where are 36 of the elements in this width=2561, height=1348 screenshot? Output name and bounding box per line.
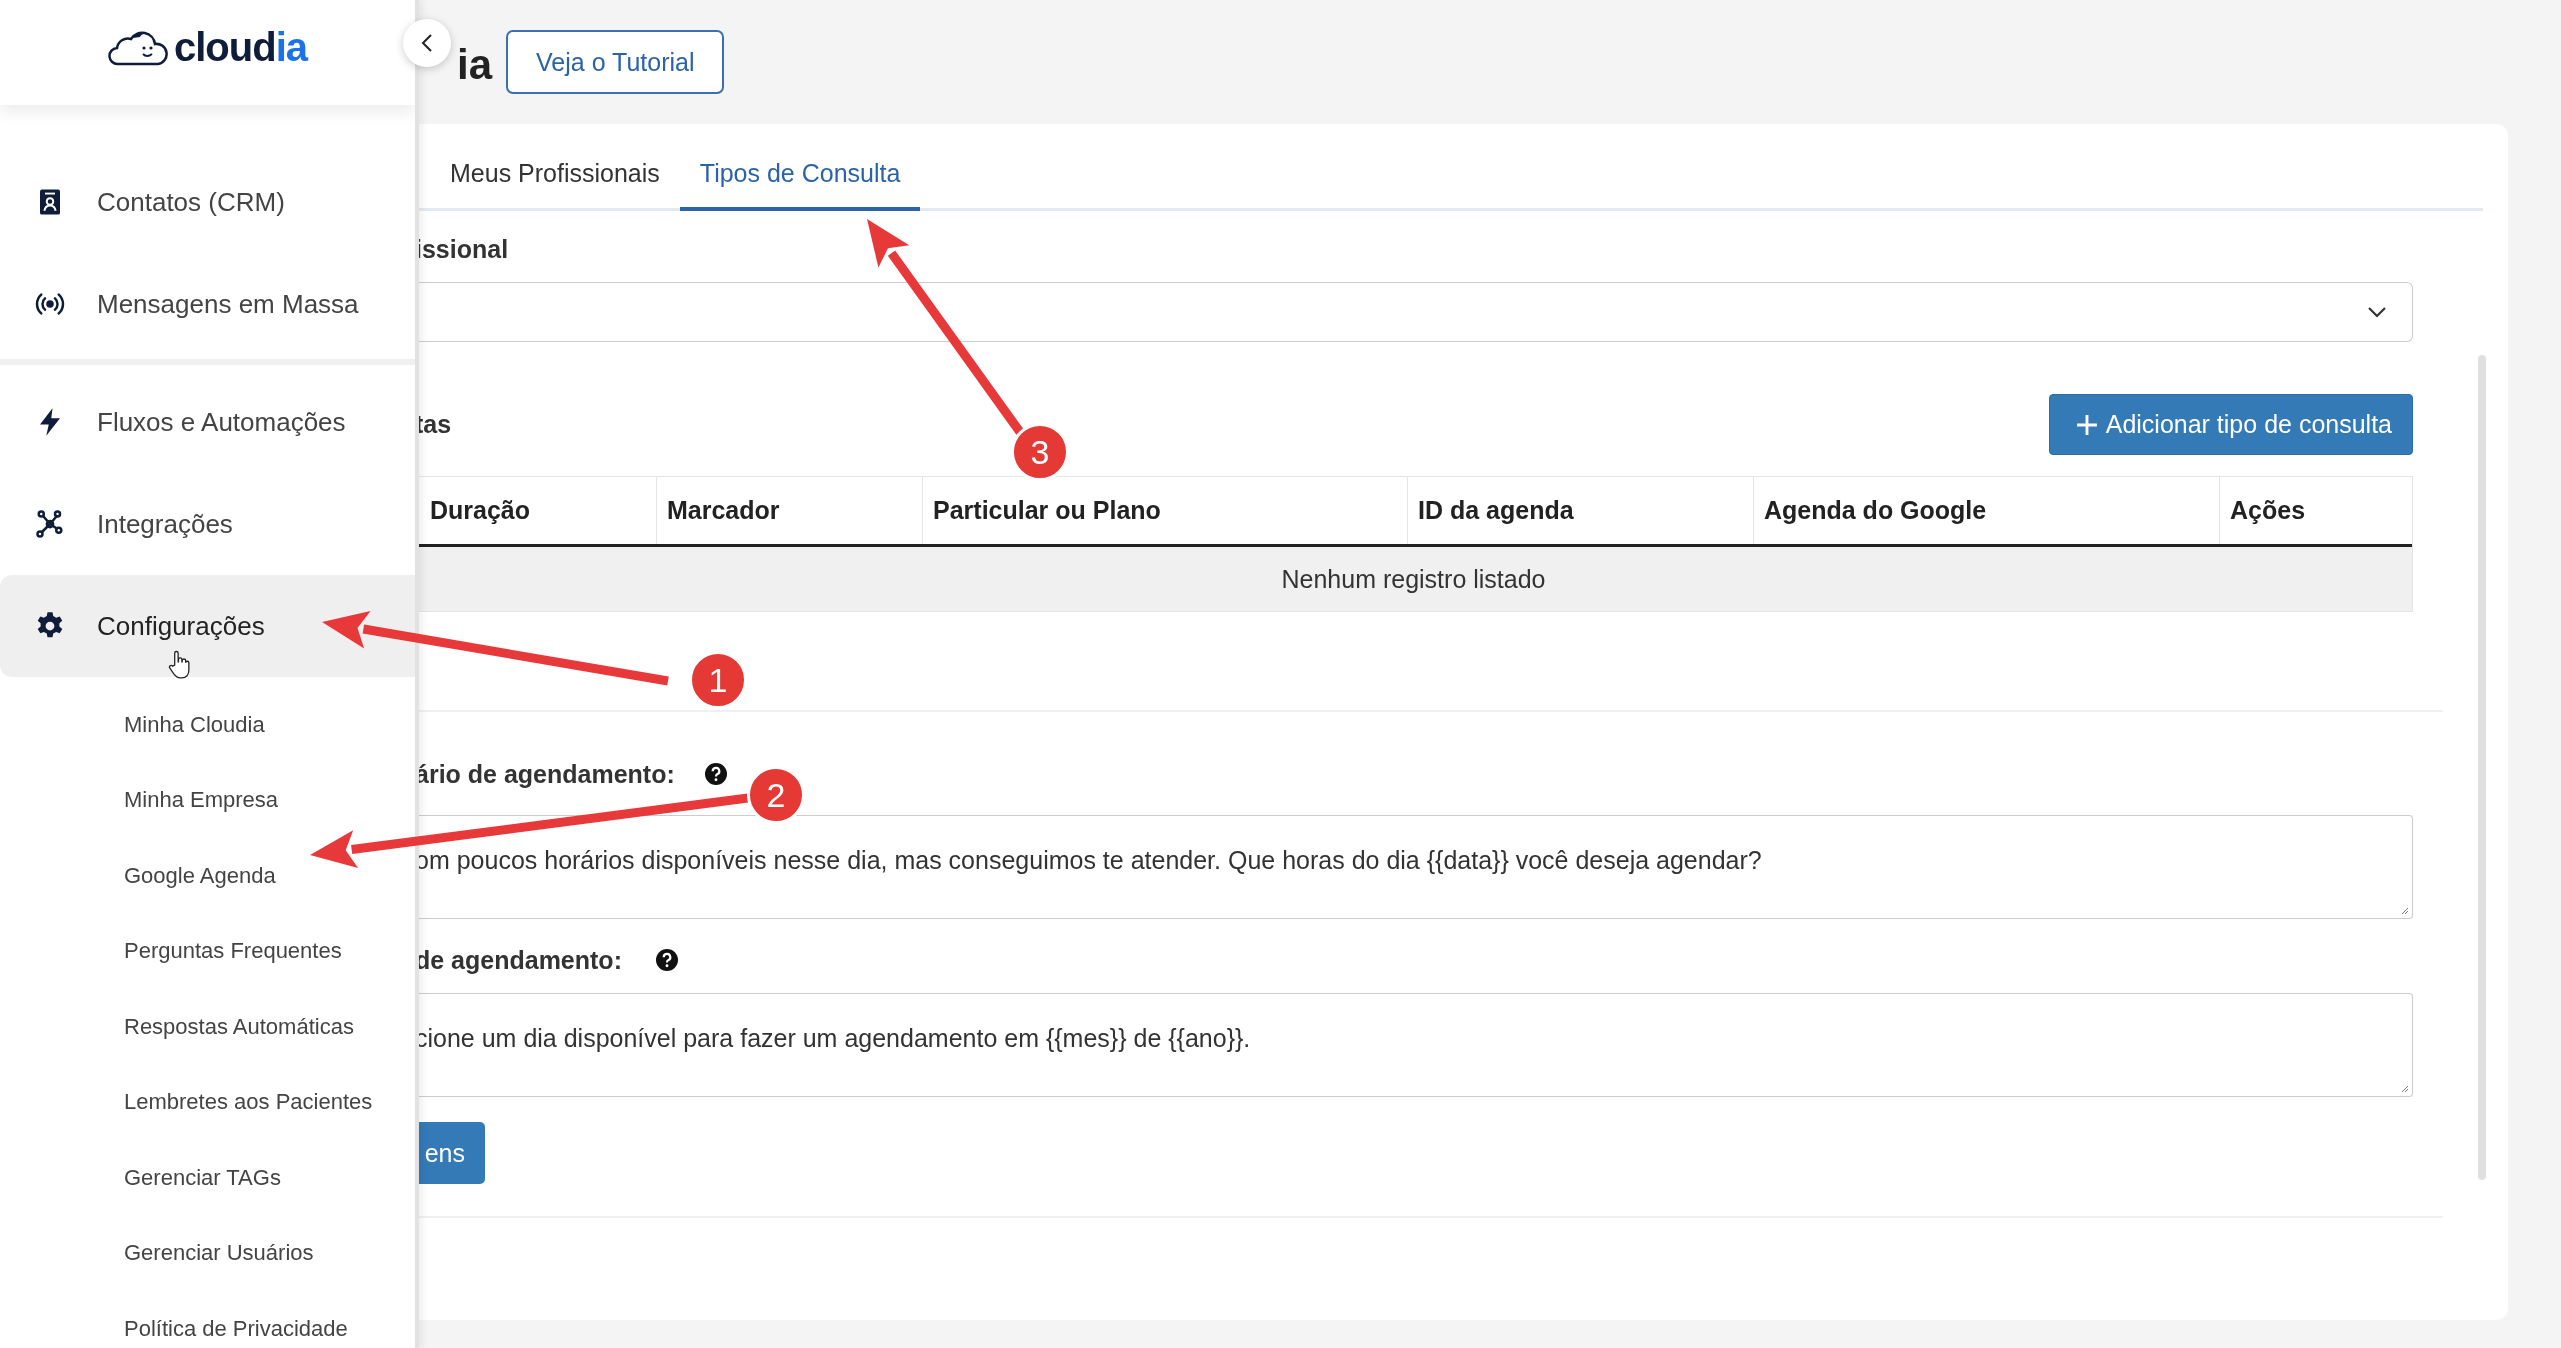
column-header: Duração bbox=[429, 495, 532, 526]
help-icon bbox=[656, 949, 678, 971]
tab[interactable]: Tipos de Consulta bbox=[679, 124, 921, 211]
submenu-item[interactable]: Política de Privacidade bbox=[0, 1291, 415, 1348]
hand-cursor-icon bbox=[168, 650, 190, 680]
submenu-item[interactable]: Respostas Automáticas bbox=[0, 989, 415, 1065]
logo[interactable]: cloudia bbox=[108, 25, 307, 70]
tutorial-button[interactable]: Veja o Tutorial bbox=[506, 30, 725, 94]
sidebar-item[interactable]: Contatos (CRM) bbox=[0, 151, 415, 253]
submenu-item[interactable]: Google Agenda bbox=[0, 838, 415, 914]
help-icon bbox=[704, 763, 727, 785]
resize-grip-icon bbox=[2399, 1083, 2409, 1093]
scrollbar[interactable] bbox=[2478, 355, 2486, 1180]
submenu-item[interactable]: Minha Cloudia bbox=[0, 687, 415, 763]
sidebar-item[interactable]: Mensagens em Massa bbox=[0, 253, 415, 355]
sidebar-item[interactable]: Integrações bbox=[0, 473, 415, 575]
plus-icon bbox=[2075, 413, 2098, 436]
submenu-item[interactable]: Gerenciar Usuários bbox=[0, 1215, 415, 1291]
page-title: ia bbox=[457, 41, 493, 89]
collapse-button[interactable] bbox=[403, 19, 451, 67]
submenu-item[interactable]: Lembretes aos Pacientes bbox=[0, 1064, 415, 1140]
chevron-left-icon bbox=[421, 33, 433, 53]
chevron-down-icon bbox=[2367, 306, 2387, 318]
submenu-item[interactable]: Minha Empresa bbox=[0, 762, 415, 838]
sidebar-item[interactable]: Fluxos e Automações bbox=[0, 371, 415, 473]
column-header: Marcador bbox=[656, 477, 922, 544]
column-header: ID da agenda bbox=[1407, 477, 1753, 544]
add-button[interactable]: Adicionar tipo de consulta bbox=[2048, 394, 2413, 455]
column-header: Ações bbox=[2219, 477, 2412, 544]
sidebar-item[interactable]: Configurações bbox=[0, 575, 415, 677]
network-icon bbox=[35, 509, 65, 539]
tab[interactable]: Meus Profissionais bbox=[430, 124, 680, 211]
resize-grip-icon bbox=[2399, 905, 2409, 915]
column-header: Agenda do Google bbox=[1753, 477, 2219, 544]
submenu-item[interactable]: Gerenciar TAGs bbox=[0, 1140, 415, 1216]
submenu-item[interactable]: Perguntas Frequentes bbox=[0, 913, 415, 989]
